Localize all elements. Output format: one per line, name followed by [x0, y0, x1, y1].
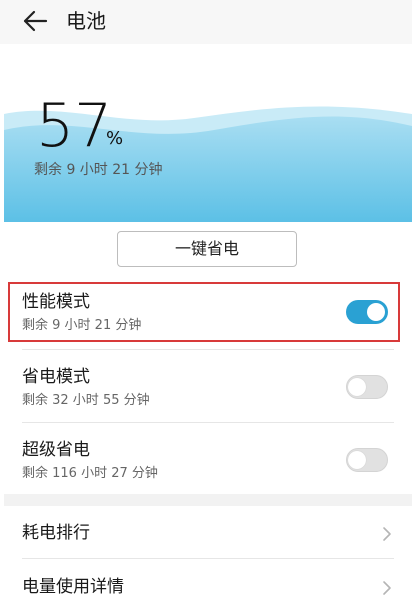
- section-gap: [4, 494, 412, 506]
- mode-title: 超级省电: [22, 440, 90, 460]
- battery-percent: 57: [36, 91, 113, 161]
- nav-item-usage-details[interactable]: 电量使用详情: [8, 564, 400, 612]
- mode-remaining: 剩余 32 小时 55 分钟: [22, 393, 150, 408]
- toggle-knob: [348, 378, 366, 396]
- battery-hero: 57 % 剩余 9 小时 21 分钟: [4, 44, 412, 222]
- mode-title: 省电模式: [22, 367, 90, 387]
- mode-remaining: 剩余 116 小时 27 分钟: [22, 466, 158, 481]
- ultra-saving-mode-toggle[interactable]: [346, 448, 388, 472]
- page-title: 电池: [66, 9, 106, 33]
- toggle-knob: [348, 451, 366, 469]
- arrow-left-icon[interactable]: [22, 9, 48, 33]
- mode-row-ultra-saving[interactable]: 超级省电 剩余 116 小时 27 分钟: [8, 430, 400, 492]
- divider: [22, 349, 394, 350]
- percent-unit: %: [106, 128, 124, 149]
- power-saving-mode-toggle[interactable]: [346, 375, 388, 399]
- app-header: 电池: [0, 0, 412, 44]
- divider: [22, 422, 394, 423]
- chevron-right-icon: [383, 527, 391, 541]
- one-tap-save-button[interactable]: 一键省电: [117, 231, 297, 267]
- battery-remaining-time: 剩余 9 小时 21 分钟: [34, 162, 163, 178]
- nav-label: 耗电排行: [22, 523, 90, 543]
- mode-row-power-saving[interactable]: 省电模式 剩余 32 小时 55 分钟: [8, 357, 400, 419]
- chevron-right-icon: [383, 581, 391, 595]
- highlight-box: [8, 282, 400, 342]
- nav-item-power-ranking[interactable]: 耗电排行: [8, 510, 400, 558]
- divider: [22, 558, 394, 559]
